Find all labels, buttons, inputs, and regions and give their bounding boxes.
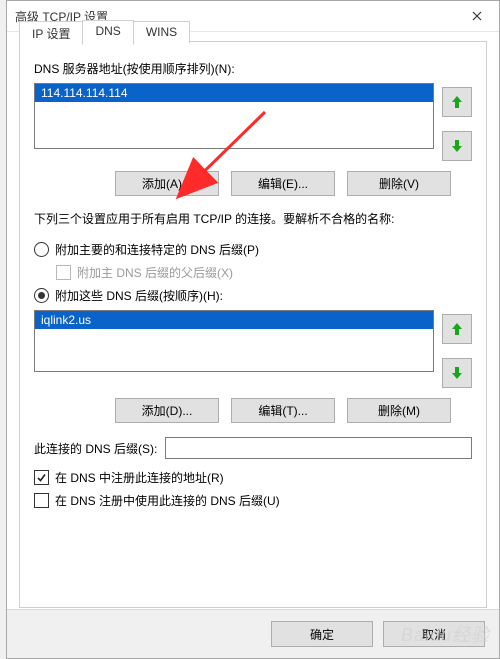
dns-tab-content: DNS 服务器地址(按使用顺序排列)(N): 114.114.114.114 添…: [20, 42, 486, 525]
tab-wins[interactable]: WINS: [133, 21, 190, 43]
dialog-footer: 确定 取消: [7, 609, 499, 658]
arrow-down-icon: [451, 366, 463, 380]
check-use-suffix-row[interactable]: 在 DNS 注册中使用此连接的 DNS 后缀(U): [34, 492, 472, 509]
close-icon: [472, 11, 482, 21]
radio-label: 附加主要的和连接特定的 DNS 后缀(P): [55, 241, 259, 258]
tab-label: DNS: [95, 24, 120, 38]
edit-suffix-button[interactable]: 编辑(T)...: [231, 398, 335, 423]
arrow-up-icon: [451, 95, 463, 109]
radio-primary-suffix-row[interactable]: 附加主要的和连接特定的 DNS 后缀(P): [34, 241, 472, 258]
move-down-button[interactable]: [442, 358, 472, 388]
tab-ip-settings[interactable]: IP 设置: [19, 21, 83, 43]
cancel-button[interactable]: 取消: [383, 621, 485, 647]
arrow-up-icon: [451, 322, 463, 336]
dns-suffixes-buttons: 添加(D)... 编辑(T)... 删除(M): [34, 398, 472, 423]
button-label: 确定: [310, 626, 334, 643]
tab-panel: IP 设置 DNS WINS DNS 服务器地址(按使用顺序排列)(N): 11…: [19, 41, 487, 608]
checkbox-label: 在 DNS 注册中使用此连接的 DNS 后缀(U): [55, 492, 280, 509]
dns-suffixes-row: iqlink2.us: [34, 310, 472, 388]
button-label: 取消: [422, 626, 446, 643]
check-register-address-row[interactable]: 在 DNS 中注册此连接的地址(R): [34, 469, 472, 486]
tab-label: WINS: [146, 25, 177, 39]
dns-servers-listbox[interactable]: 114.114.114.114: [34, 83, 434, 149]
radio-label: 附加这些 DNS 后缀(按顺序)(H):: [55, 287, 223, 304]
button-label: 添加(D)...: [142, 402, 193, 419]
list-item[interactable]: 114.114.114.114: [35, 84, 433, 102]
dns-servers-label: DNS 服务器地址(按使用顺序排列)(N):: [34, 60, 472, 77]
dns-suffixes-reorder: [442, 310, 472, 388]
dns-servers-buttons: 添加(A)... 编辑(E)... 删除(V): [34, 171, 472, 196]
dns-servers-row: 114.114.114.114: [34, 83, 472, 161]
move-up-button[interactable]: [442, 314, 472, 344]
tab-label: IP 设置: [32, 27, 70, 41]
add-dns-server-button[interactable]: 添加(A)...: [115, 171, 219, 196]
move-up-button[interactable]: [442, 87, 472, 117]
close-button[interactable]: [454, 1, 499, 31]
add-suffix-button[interactable]: 添加(D)...: [115, 398, 219, 423]
tab-dns[interactable]: DNS: [82, 20, 133, 45]
arrow-down-icon: [451, 139, 463, 153]
list-item[interactable]: iqlink2.us: [35, 311, 433, 329]
connection-suffix-label: 此连接的 DNS 后缀(S):: [34, 440, 157, 457]
check-parent-suffix-row: 附加主 DNS 后缀的父后缀(X): [56, 264, 472, 281]
button-label: 编辑(E)...: [258, 175, 308, 192]
connection-suffix-row: 此连接的 DNS 后缀(S):: [34, 437, 472, 459]
delete-dns-server-button[interactable]: 删除(V): [347, 171, 451, 196]
dns-suffixes-listbox[interactable]: iqlink2.us: [34, 310, 434, 372]
button-label: 删除(V): [379, 175, 419, 192]
tab-strip: IP 设置 DNS WINS: [19, 20, 189, 42]
dialog-window: 高级 TCP/IP 设置 IP 设置 DNS WINS DNS 服务器地址(按使…: [6, 0, 500, 659]
edit-dns-server-button[interactable]: 编辑(E)...: [231, 171, 335, 196]
connection-suffix-input[interactable]: [165, 437, 472, 459]
button-label: 添加(A)...: [142, 175, 192, 192]
checkbox-icon: [34, 470, 49, 485]
checkbox-label: 在 DNS 中注册此连接的地址(R): [55, 469, 224, 486]
dns-servers-reorder: [442, 83, 472, 161]
delete-suffix-button[interactable]: 删除(M): [347, 398, 451, 423]
checkbox-icon: [56, 265, 71, 280]
suffix-explainer: 下列三个设置应用于所有启用 TCP/IP 的连接。要解析不合格的名称:: [34, 210, 472, 229]
button-label: 编辑(T)...: [258, 402, 307, 419]
move-down-button[interactable]: [442, 131, 472, 161]
checkbox-label: 附加主 DNS 后缀的父后缀(X): [77, 264, 233, 281]
checkbox-icon: [34, 493, 49, 508]
radio-icon: [34, 288, 49, 303]
radio-these-suffixes-row[interactable]: 附加这些 DNS 后缀(按顺序)(H):: [34, 287, 472, 304]
ok-button[interactable]: 确定: [271, 621, 373, 647]
radio-icon: [34, 242, 49, 257]
button-label: 删除(M): [378, 402, 420, 419]
